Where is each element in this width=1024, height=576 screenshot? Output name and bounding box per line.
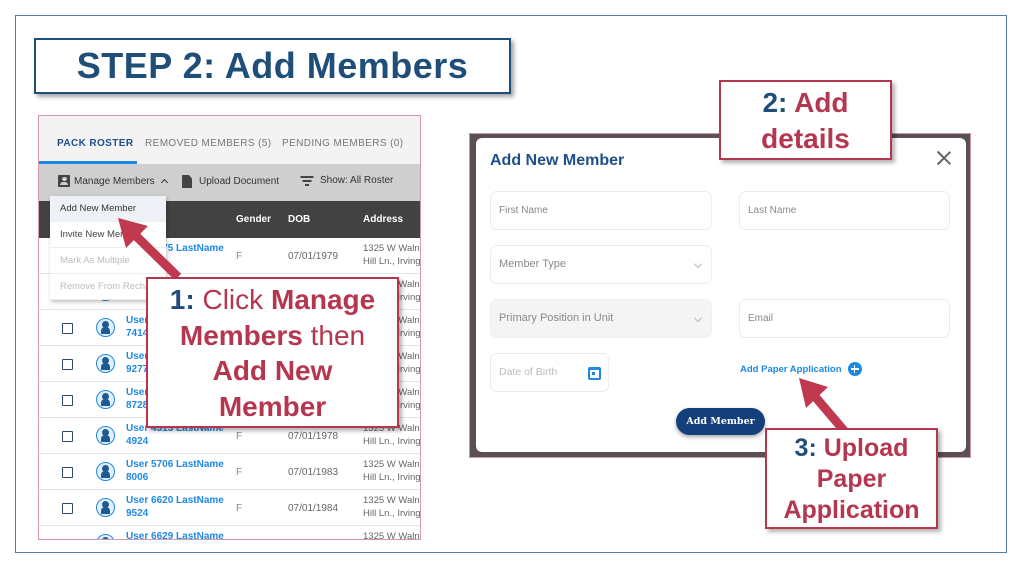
row-checkbox[interactable]: [62, 467, 73, 478]
tab-pack-roster[interactable]: PACK ROSTER: [57, 138, 133, 149]
upload-document-label: Upload Document: [199, 176, 280, 187]
member-gender: F: [236, 251, 243, 262]
slide-title: STEP 2: Add Members: [76, 45, 469, 86]
callout-step3: 3: Upload Paper Application: [765, 428, 938, 529]
row-checkbox[interactable]: [62, 395, 73, 406]
add-member-button[interactable]: Add Member: [676, 408, 765, 435]
callout-step2: 2: Add details: [719, 80, 892, 160]
step2-text-add: Add: [787, 87, 849, 118]
close-icon[interactable]: [936, 150, 952, 166]
modal-screenshot: Add New Member First Name Last Name Memb…: [469, 133, 971, 458]
chevron-up-icon: [160, 178, 168, 187]
step2-number: 2:: [762, 87, 788, 118]
member-avatar-icon: [96, 498, 115, 517]
callout-step1: 1: Click Manage Members then Add New Mem…: [146, 277, 399, 428]
row-checkbox[interactable]: [62, 359, 73, 370]
member-address: 1325 W WalnutHill Ln., Irving: [363, 243, 421, 267]
member-address: 1325 W WalnutHill Ln., Irving: [363, 495, 421, 519]
member-avatar-icon: [96, 462, 115, 481]
step3-text-upload: Upload: [816, 434, 909, 462]
member-address: 1325 W Walnut: [363, 531, 420, 540]
member-avatar-icon: [96, 318, 115, 337]
step1-number: 1:: [169, 284, 195, 315]
tab-removed-members[interactable]: REMOVED MEMBERS (5): [145, 138, 272, 149]
table-row[interactable]: User 6620 LastName 9524 F 07/01/1984 1325 W …: [39, 490, 420, 526]
show-filter-button[interactable]: Show: All Roster: [300, 175, 393, 186]
date-of-birth-field[interactable]: Date of Birth: [490, 353, 609, 392]
slide-title-box: STEP 2: Add Members: [34, 38, 511, 94]
step1-text-add-new: Add New: [212, 355, 333, 386]
modal-title: Add New Member: [490, 152, 625, 169]
member-gender: F: [236, 467, 243, 478]
member-name-link[interactable]: User 5706 LastName 8006: [126, 458, 236, 484]
member-name-link[interactable]: User 6620 LastName 9524: [126, 494, 236, 520]
member-dob: 07/01/1978: [288, 431, 339, 442]
member-gender: F: [236, 503, 243, 514]
row-checkbox[interactable]: [62, 503, 73, 514]
upload-document-button[interactable]: Upload Document: [182, 175, 279, 188]
row-checkbox[interactable]: [62, 323, 73, 334]
member-type-placeholder: Member Type: [499, 258, 567, 270]
column-header-dob[interactable]: DOB: [288, 214, 310, 225]
step3-number: 3:: [794, 434, 817, 462]
table-row[interactable]: User 5706 LastName 8006 F 07/01/1983 1325 W …: [39, 454, 420, 490]
member-avatar-icon: [96, 426, 115, 445]
member-avatar-icon: [96, 354, 115, 373]
manage-members-label: Manage Members: [74, 175, 155, 187]
add-paper-application-link[interactable]: Add Paper Application: [740, 362, 862, 376]
step1-text-manage: Manage: [270, 284, 376, 315]
calendar-icon[interactable]: [588, 367, 601, 380]
email-field[interactable]: Email: [739, 299, 950, 338]
member-name-link[interactable]: User 6629 LastName: [126, 530, 236, 539]
filter-icon: [300, 176, 313, 186]
last-name-field[interactable]: Last Name: [739, 191, 950, 230]
date-of-birth-placeholder: Date of Birth: [499, 366, 558, 378]
chevron-down-icon: [693, 259, 703, 269]
row-checkbox[interactable]: [62, 539, 73, 540]
show-filter-label: Show: All Roster: [320, 175, 394, 186]
step3-text-paper: Paper: [816, 465, 887, 493]
column-header-address[interactable]: Address: [363, 214, 403, 225]
member-avatar-icon: [96, 534, 115, 539]
step3-text-application: Application: [783, 496, 920, 524]
primary-position-placeholder: Primary Position in Unit: [499, 312, 614, 324]
manage-members-button[interactable]: Manage Members: [58, 175, 168, 187]
step1-text-click: Click: [202, 284, 271, 315]
step1-text-member: Member: [218, 390, 327, 422]
tab-pending-members[interactable]: PENDING MEMBERS (0): [282, 138, 404, 149]
step1-text-then: then: [302, 319, 366, 351]
member-address: 1325 W WalnutHill Ln., Irving: [363, 459, 421, 483]
member-dob: 07/01/1979: [288, 251, 339, 262]
member-type-select[interactable]: Member Type: [490, 245, 712, 284]
add-paper-application-label: Add Paper Application: [740, 363, 842, 375]
add-new-member-modal: Add New Member First Name Last Name Memb…: [476, 138, 966, 452]
chevron-down-icon: [693, 313, 703, 323]
plus-circle-icon[interactable]: [847, 362, 862, 376]
column-header-gender[interactable]: Gender: [236, 214, 271, 225]
primary-position-select[interactable]: Primary Position in Unit: [490, 299, 712, 338]
table-row[interactable]: User 6629 LastName 1325 W Walnut: [39, 526, 420, 540]
menu-item-invite-new-member[interactable]: Invite New Member: [50, 222, 166, 248]
first-name-field[interactable]: First Name: [490, 191, 712, 230]
member-dob: 07/01/1984: [288, 503, 339, 514]
row-checkbox[interactable]: [62, 431, 73, 442]
member-avatar-icon: [96, 390, 115, 409]
menu-item-mark-as-multiple: Mark As Multiple: [50, 248, 166, 274]
member-dob: 07/01/1983: [288, 467, 339, 478]
person-badge-icon: [58, 175, 70, 187]
menu-item-add-new-member[interactable]: Add New Member: [50, 196, 166, 222]
step1-text-members: Members: [179, 319, 303, 351]
step2-text-details: details: [761, 123, 850, 154]
document-icon: [182, 175, 192, 188]
member-gender: F: [236, 431, 243, 442]
roster-tabs: PACK ROSTER REMOVED MEMBERS (5) PENDING …: [39, 116, 420, 164]
